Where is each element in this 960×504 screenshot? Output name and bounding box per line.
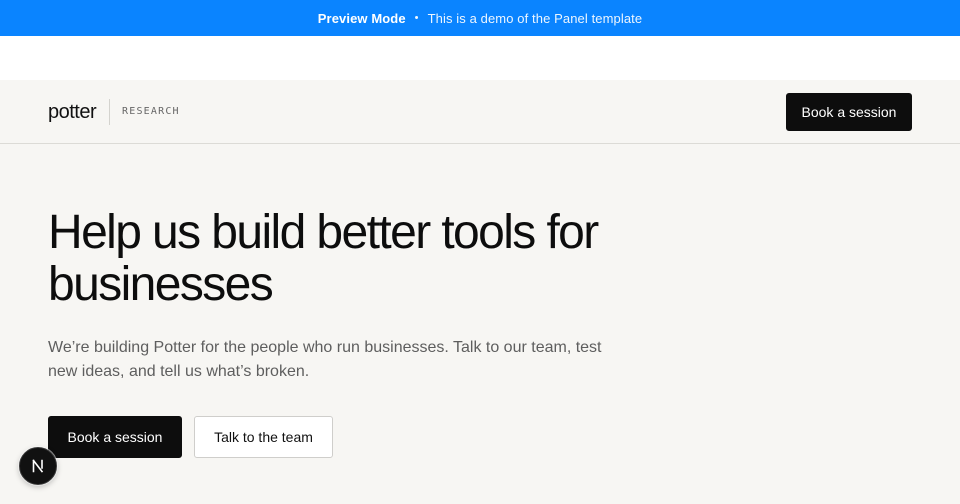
brand-logo[interactable]: potter [48,100,97,124]
preview-mode-label: Preview Mode [317,10,406,26]
site-header: potter RESEARCH Book a session [0,80,960,144]
nextjs-logo-icon [32,459,44,473]
header-book-session-button[interactable]: Book a session [786,93,912,131]
talk-to-team-button[interactable]: Talk to the team [194,416,333,458]
hero-subtitle: We’re building Potter for the people who… [48,339,602,380]
preview-mode-banner: Preview Mode • This is a demo of the Pan… [0,0,960,36]
brand-divider [109,99,110,125]
top-spacer [0,36,960,80]
preview-mode-description: This is a demo of the Panel template [427,10,643,26]
nextjs-dev-tools-button[interactable] [19,447,57,485]
hero-title: Help us build better tools for businesse… [48,206,599,311]
brand-subtitle: RESEARCH [122,106,180,117]
landing-page: potter RESEARCH Book a session Help us b… [0,80,960,504]
banner-separator: • [414,12,419,24]
hero-book-session-button[interactable]: Book a session [48,416,182,458]
